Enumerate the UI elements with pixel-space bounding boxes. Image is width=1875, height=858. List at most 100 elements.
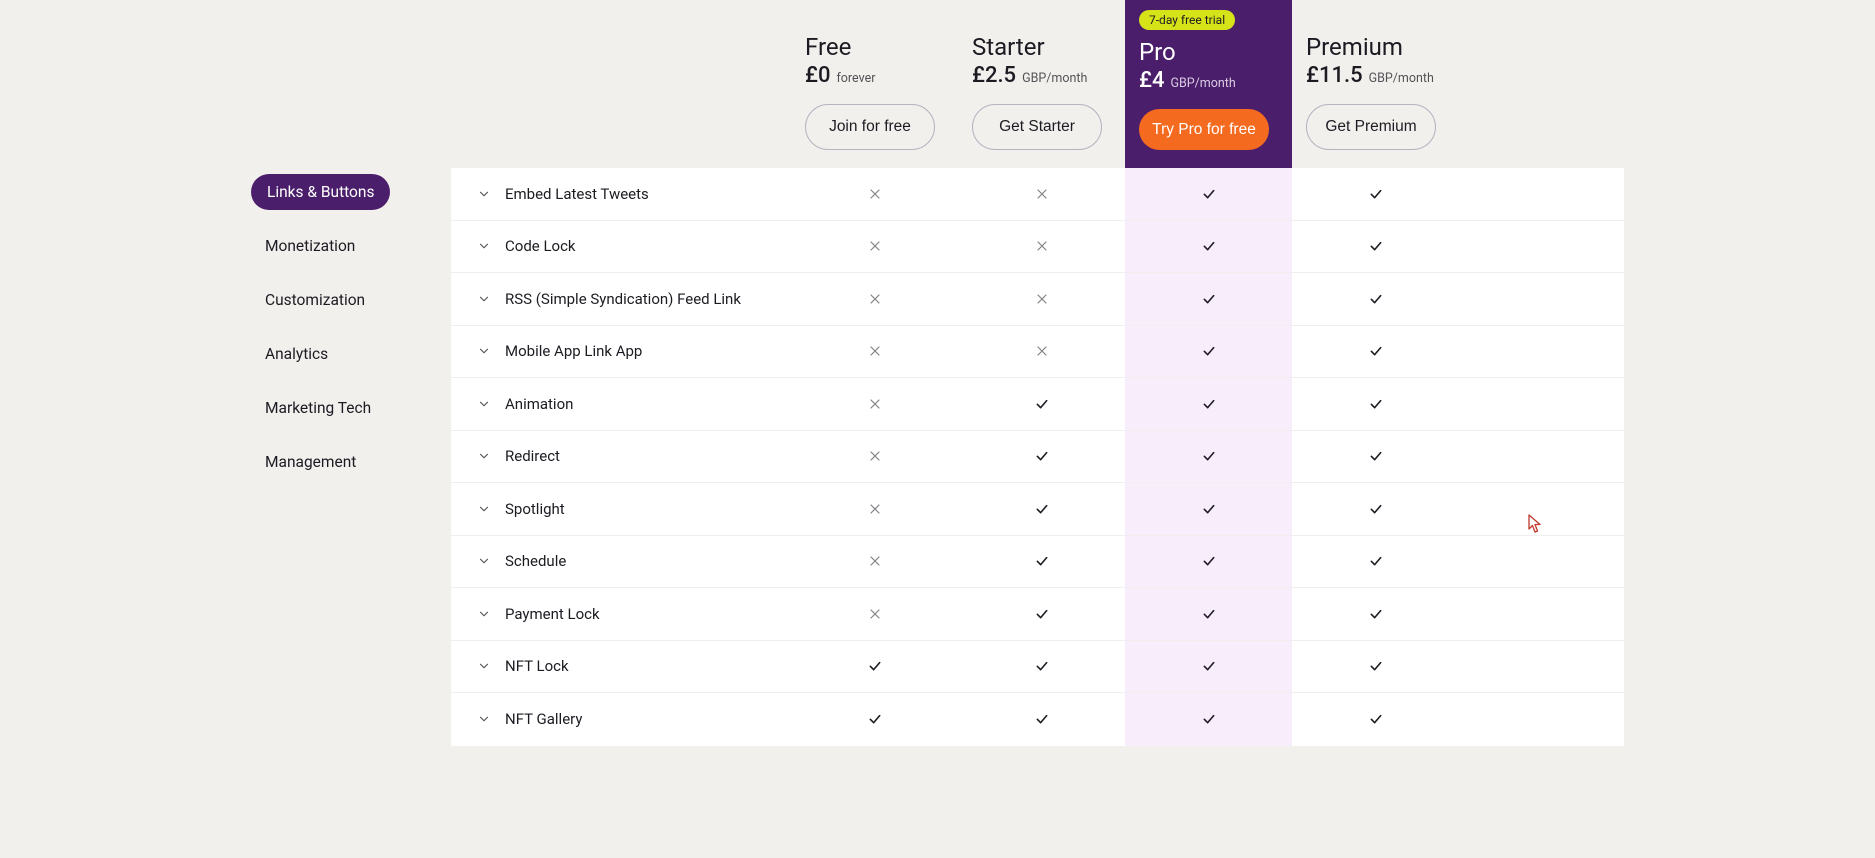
category-sidebar: Links & Buttons Monetization Customization…	[251, 168, 451, 498]
feature-label: Embed Latest Tweets	[505, 185, 649, 203]
feature-label: Code Lock	[505, 237, 576, 255]
check-icon	[1368, 186, 1384, 202]
feature-cell	[791, 536, 958, 588]
sidebar-item-customization[interactable]: Customization	[251, 282, 381, 318]
plan-price: £4	[1139, 68, 1164, 93]
feature-cell	[1292, 221, 1459, 273]
feature-row: Payment Lock	[451, 588, 1624, 641]
feature-cell	[958, 641, 1125, 693]
feature-label-cell[interactable]: Payment Lock	[451, 588, 791, 640]
cross-icon	[867, 553, 883, 569]
feature-label-cell[interactable]: NFT Gallery	[451, 693, 791, 746]
feature-cell	[1125, 641, 1292, 693]
sidebar-item-marketing-tech[interactable]: Marketing Tech	[251, 390, 387, 426]
feature-cell	[1125, 693, 1292, 746]
plan-price: £2.5	[972, 63, 1016, 88]
feature-cell	[791, 273, 958, 325]
feature-cell	[791, 168, 958, 220]
feature-cell	[958, 273, 1125, 325]
feature-row: RSS (Simple Syndication) Feed Link	[451, 273, 1624, 326]
plan-unit: GBP/month	[1369, 71, 1434, 86]
feature-label-cell[interactable]: Code Lock	[451, 221, 791, 273]
check-icon	[1368, 396, 1384, 412]
check-icon	[1034, 501, 1050, 517]
check-icon	[1201, 343, 1217, 359]
feature-label: NFT Gallery	[505, 710, 582, 728]
chevron-down-icon	[477, 659, 491, 673]
feature-cell	[791, 326, 958, 378]
plan-price-row: £11.5 GBP/month	[1306, 63, 1445, 88]
feature-cell	[1125, 273, 1292, 325]
chevron-down-icon	[477, 344, 491, 358]
cross-icon	[867, 238, 883, 254]
feature-cell	[1292, 431, 1459, 483]
feature-label: Schedule	[505, 552, 566, 570]
sidebar-item-monetization[interactable]: Monetization	[251, 228, 371, 264]
sidebar-item-analytics[interactable]: Analytics	[251, 336, 344, 372]
plan-cta-free[interactable]: Join for free	[805, 104, 935, 150]
feature-row: Schedule	[451, 536, 1624, 589]
feature-row: Code Lock	[451, 221, 1624, 274]
feature-label: NFT Lock	[505, 657, 569, 675]
feature-cell	[1125, 588, 1292, 640]
chevron-down-icon	[477, 607, 491, 621]
feature-cell	[1292, 168, 1459, 220]
plan-column-pro: 7-day free trialPro£4GBP/monthTry Pro fo…	[1125, 0, 1292, 168]
plan-badge: 7-day free trial	[1139, 10, 1235, 30]
feature-label-cell[interactable]: Schedule	[451, 536, 791, 588]
feature-label-cell[interactable]: Animation	[451, 378, 791, 430]
plan-cta-premium[interactable]: Get Premium	[1306, 104, 1436, 150]
check-icon	[1201, 606, 1217, 622]
feature-cell	[1292, 588, 1459, 640]
check-icon	[867, 711, 883, 727]
feature-label: RSS (Simple Syndication) Feed Link	[505, 290, 741, 308]
feature-label: Spotlight	[505, 500, 565, 518]
feature-cell	[1125, 536, 1292, 588]
feature-label-cell[interactable]: NFT Lock	[451, 641, 791, 693]
feature-row: NFT Gallery	[451, 693, 1624, 746]
feature-cell	[958, 326, 1125, 378]
feature-cell	[1292, 273, 1459, 325]
check-icon	[1368, 448, 1384, 464]
feature-label-cell[interactable]: RSS (Simple Syndication) Feed Link	[451, 273, 791, 325]
feature-label-cell[interactable]: Spotlight	[451, 483, 791, 535]
plan-column-free: Free£0foreverJoin for free	[791, 0, 958, 168]
cross-icon	[867, 343, 883, 359]
sidebar-item-links-buttons[interactable]: Links & Buttons	[251, 174, 390, 210]
chevron-down-icon	[477, 187, 491, 201]
chevron-down-icon	[477, 397, 491, 411]
feature-cell	[958, 693, 1125, 746]
feature-cell	[1125, 326, 1292, 378]
plan-price: £11.5	[1306, 63, 1363, 88]
sidebar-item-management[interactable]: Management	[251, 444, 372, 480]
check-icon	[1368, 238, 1384, 254]
check-icon	[1201, 238, 1217, 254]
plan-cta-pro[interactable]: Try Pro for free	[1139, 109, 1269, 150]
feature-cell	[958, 431, 1125, 483]
feature-cell	[1125, 431, 1292, 483]
check-icon	[1201, 396, 1217, 412]
feature-label-cell[interactable]: Mobile App Link App	[451, 326, 791, 378]
feature-cell	[958, 378, 1125, 430]
check-icon	[1201, 186, 1217, 202]
feature-label-cell[interactable]: Redirect	[451, 431, 791, 483]
feature-cell	[1292, 536, 1459, 588]
cross-icon	[867, 396, 883, 412]
plan-cta-starter[interactable]: Get Starter	[972, 104, 1102, 150]
plan-price-row: £2.5GBP/month	[972, 63, 1111, 88]
feature-cell	[958, 168, 1125, 220]
check-icon	[1034, 606, 1050, 622]
plan-price: £0	[805, 63, 830, 88]
chevron-down-icon	[477, 239, 491, 253]
check-icon	[1368, 291, 1384, 307]
feature-row: Animation	[451, 378, 1624, 431]
feature-cell	[958, 536, 1125, 588]
cross-icon	[867, 501, 883, 517]
chevron-down-icon	[477, 712, 491, 726]
check-icon	[1368, 553, 1384, 569]
check-icon	[1034, 711, 1050, 727]
feature-cell	[1292, 693, 1459, 746]
feature-label: Mobile App Link App	[505, 342, 642, 360]
feature-row: Mobile App Link App	[451, 326, 1624, 379]
feature-label-cell[interactable]: Embed Latest Tweets	[451, 168, 791, 220]
